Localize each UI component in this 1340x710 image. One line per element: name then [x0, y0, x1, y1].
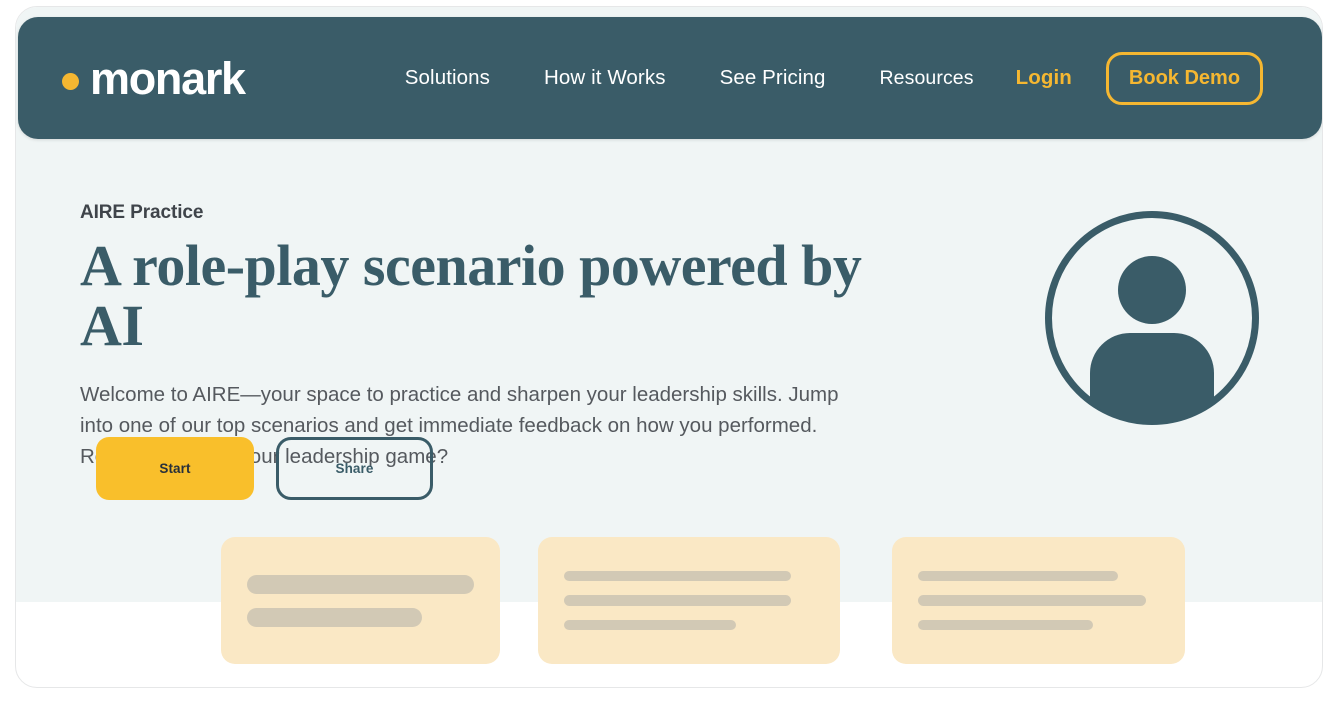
placeholder-card-3[interactable]: [892, 537, 1185, 664]
brand-logo[interactable]: monark: [62, 52, 246, 104]
hero-action-buttons: Start Share: [96, 437, 433, 500]
placeholder-line: [918, 619, 1093, 630]
placeholder-cards: [221, 537, 1185, 664]
top-navigation-bar: monark Solutions How it Works See Pricin…: [18, 17, 1322, 139]
login-link[interactable]: Login: [1016, 66, 1072, 90]
nav-link-solutions[interactable]: Solutions: [405, 66, 490, 90]
share-button[interactable]: Share: [276, 437, 433, 500]
nav-link-resources[interactable]: Resources: [880, 67, 974, 90]
nav-links: Solutions How it Works See Pricing Resou…: [405, 51, 1322, 105]
nav-link-see-pricing[interactable]: See Pricing: [720, 66, 826, 90]
page-frame: monark Solutions How it Works See Pricin…: [15, 6, 1323, 688]
placeholder-line: [564, 571, 791, 582]
hero-eyebrow: AIRE Practice: [80, 202, 204, 223]
placeholder-line: [918, 571, 1118, 582]
user-avatar-icon: [1043, 209, 1261, 427]
brand-name: monark: [90, 52, 246, 104]
page-title: A role-play scenario powered by AI: [80, 233, 862, 359]
start-button[interactable]: Start: [96, 437, 254, 500]
placeholder-line: [247, 574, 474, 594]
placeholder-card-1[interactable]: [221, 537, 500, 664]
placeholder-line: [564, 619, 736, 630]
brand-dot-icon: [62, 72, 79, 90]
nav-link-how-it-works[interactable]: How it Works: [544, 66, 666, 90]
placeholder-line: [918, 595, 1146, 606]
placeholder-line: [247, 607, 422, 627]
placeholder-line: [564, 595, 791, 606]
book-demo-button[interactable]: Book Demo: [1105, 51, 1264, 105]
hero-content: AIRE Practice A role-play scenario power…: [80, 202, 910, 472]
placeholder-card-2[interactable]: [538, 537, 840, 664]
